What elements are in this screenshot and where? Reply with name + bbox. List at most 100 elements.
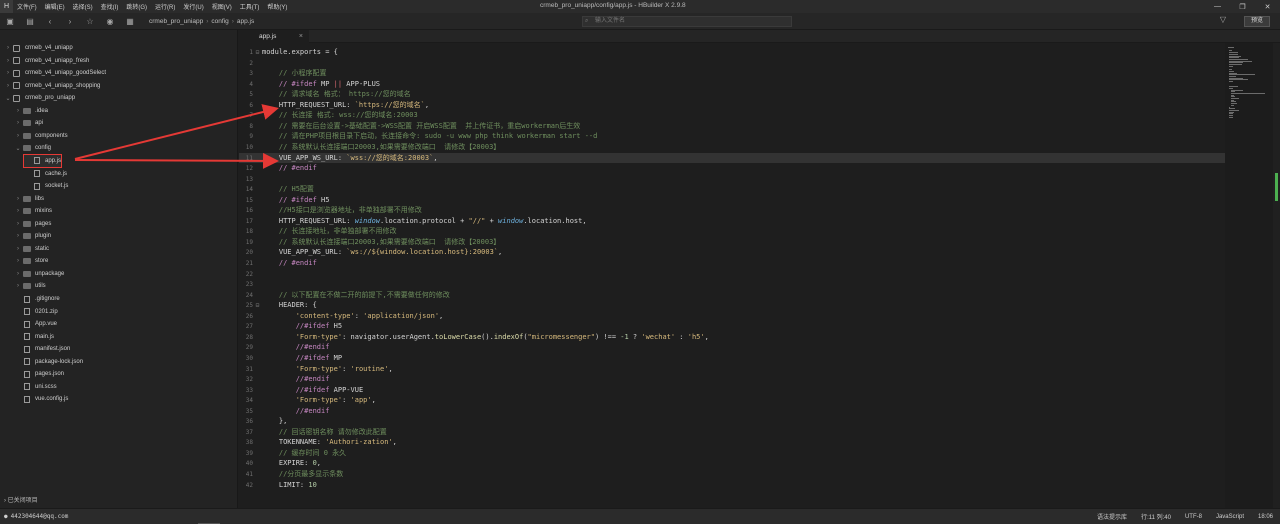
tree-item-label: .idea bbox=[35, 107, 49, 114]
tree-item-label: api bbox=[35, 120, 44, 127]
code-text: //#endif bbox=[295, 406, 330, 415]
preview-button[interactable]: 预览 bbox=[1244, 16, 1270, 27]
tree-item[interactable]: uni.scss bbox=[14, 381, 57, 393]
tree-item[interactable]: › store bbox=[14, 255, 48, 267]
tree-item[interactable]: vue.config.js bbox=[14, 393, 68, 405]
tree-item[interactable]: ⌄ config bbox=[14, 142, 51, 154]
tree-item[interactable]: › components bbox=[14, 130, 68, 142]
menu-item[interactable]: 工具(T) bbox=[236, 2, 264, 11]
tree-item[interactable]: › unpackage bbox=[14, 268, 64, 280]
forward-icon[interactable]: › bbox=[60, 13, 80, 30]
new-file-icon[interactable]: ▣ bbox=[0, 13, 20, 30]
tree-item[interactable]: › plugin bbox=[14, 230, 51, 242]
folder-icon bbox=[22, 119, 31, 127]
code-text: // 以下配置在不做二开的前提下,不需要做任何的修改 bbox=[278, 290, 450, 299]
code-text: // 回话密钥名称 请勿修改此配置 bbox=[278, 427, 387, 436]
run-icon[interactable]: ◉ bbox=[100, 13, 120, 30]
breadcrumb-file[interactable]: app.js bbox=[234, 18, 257, 25]
menu-item[interactable]: 选择(S) bbox=[69, 2, 97, 11]
tree-item[interactable]: package-lock.json bbox=[14, 356, 83, 368]
menu-item[interactable]: 发行(U) bbox=[179, 2, 207, 11]
file-icon bbox=[22, 345, 31, 353]
code-line: 21 // #endif bbox=[239, 258, 1225, 269]
code-line: 13 bbox=[239, 174, 1225, 185]
code-text: LIMIT: 10 bbox=[262, 480, 317, 489]
tree-item[interactable]: App.vue bbox=[14, 318, 57, 330]
language-mode[interactable]: JavaScript bbox=[1209, 514, 1251, 520]
tree-item[interactable]: › utils bbox=[14, 280, 46, 292]
menu-item[interactable]: 帮助(Y) bbox=[263, 2, 291, 11]
menu-item[interactable]: 文件(F) bbox=[13, 2, 41, 11]
minimap[interactable] bbox=[1225, 43, 1273, 508]
save-icon[interactable]: ▤ bbox=[20, 13, 40, 30]
tree-item[interactable]: socket.js bbox=[24, 180, 68, 192]
code-text: // #endif bbox=[278, 164, 317, 173]
project-item[interactable]: › crmeb_v4_uniapp_fresh bbox=[4, 55, 89, 67]
code-line: 19 // 系统默认长连接端口20003,如果需要修改端口 请修改【20003】 bbox=[239, 237, 1225, 248]
minimap-line bbox=[1230, 104, 1234, 106]
breadcrumb-project[interactable]: crmeb_pro_uniapp bbox=[146, 18, 206, 25]
back-icon[interactable]: ‹ bbox=[40, 13, 60, 30]
window-title: crmeb_pro_uniapp/config/app.js - HBuilde… bbox=[540, 2, 686, 9]
restore-icon[interactable]: ❐ bbox=[1230, 0, 1255, 13]
scrollbar-thumb[interactable] bbox=[1275, 173, 1278, 201]
tree-item[interactable]: › pages bbox=[14, 218, 51, 230]
status-bar: ● 442304644@qq.com 语法提示库 行:11 列:40 UTF-8… bbox=[0, 508, 1280, 524]
code-line: 5 // 请求域名 格式： https://您的域名 bbox=[239, 89, 1225, 100]
tree-item[interactable]: 0201.zip bbox=[14, 306, 58, 318]
code-line: 41 //分页最多显示条数 bbox=[239, 469, 1225, 480]
tree-item[interactable]: cache.js bbox=[24, 168, 67, 180]
file-search-input[interactable]: ⌕ 输入文件名 bbox=[582, 16, 792, 27]
tree-item[interactable]: .gitignore bbox=[14, 293, 60, 305]
minimize-icon[interactable]: — bbox=[1205, 0, 1230, 13]
tree-item[interactable]: manifest.json bbox=[14, 343, 70, 355]
chevron-right-icon: › bbox=[17, 120, 19, 127]
code-text: //#ifdef MP bbox=[295, 353, 343, 362]
tab-app-js[interactable]: app.js × bbox=[239, 30, 309, 43]
close-icon[interactable]: ✕ bbox=[1255, 0, 1280, 13]
menu-item[interactable]: 查找(I) bbox=[97, 2, 123, 11]
encoding[interactable]: UTF-8 bbox=[1178, 514, 1209, 520]
tree-item[interactable]: main.js bbox=[14, 331, 54, 343]
cursor-position[interactable]: 行:11 列:40 bbox=[1134, 512, 1178, 521]
project-item[interactable]: › crmeb_v4_uniapp_shopping bbox=[4, 80, 100, 92]
chevron-right-icon: › bbox=[17, 283, 19, 290]
tree-item-label: 0201.zip bbox=[35, 308, 58, 315]
tree-item[interactable]: › .idea bbox=[14, 105, 48, 117]
tree-item-label: main.js bbox=[35, 333, 55, 340]
menu-item[interactable]: 跳转(G) bbox=[122, 2, 151, 11]
star-icon[interactable]: ☆ bbox=[80, 13, 100, 30]
vertical-scrollbar[interactable] bbox=[1273, 43, 1280, 508]
tree-item[interactable]: › api bbox=[14, 117, 43, 129]
folder-icon bbox=[22, 282, 31, 290]
code-line: 40 EXPIRE: 0, bbox=[239, 458, 1225, 469]
code-editor[interactable]: 1 ⊟ module.exports = {2 3 // 小程序配置 4 // #ifd… bbox=[239, 43, 1225, 508]
breadcrumb-folder[interactable]: config bbox=[208, 18, 231, 25]
account[interactable]: ● 442304644@qq.com bbox=[4, 513, 68, 520]
tab-close-icon[interactable]: × bbox=[299, 33, 303, 40]
project-item[interactable]: › crmeb_v4_uniapp_goodSelect bbox=[4, 67, 106, 79]
tree-item[interactable]: › mixins bbox=[14, 205, 52, 217]
file-icon bbox=[22, 295, 31, 303]
code-text: // 需要在后台设置->基础配置->WSS配置 开启WSS配置 并上传证书，重启… bbox=[278, 121, 581, 130]
menu-item[interactable]: 编辑(E) bbox=[41, 2, 69, 11]
filter-icon[interactable]: ▽ bbox=[1220, 15, 1226, 24]
tree-item[interactable]: pages.json bbox=[14, 368, 64, 380]
code-text: 'content-type': 'application/json', bbox=[295, 311, 444, 320]
tree-item[interactable]: › static bbox=[14, 243, 49, 255]
tree-item[interactable]: › libs bbox=[14, 193, 44, 205]
project-item[interactable]: › crmeb_v4_uniapp bbox=[4, 42, 73, 54]
folder-icon bbox=[22, 257, 31, 265]
code-line: 29 //#endif bbox=[239, 342, 1225, 353]
project-icon bbox=[12, 44, 21, 52]
file-icon bbox=[32, 157, 41, 165]
code-line: 3 // 小程序配置 bbox=[239, 68, 1225, 79]
menu-item[interactable]: 运行(R) bbox=[151, 2, 179, 11]
code-line: 35 //#endif bbox=[239, 406, 1225, 417]
chevron-right-icon: › bbox=[17, 107, 19, 114]
selected-file-app-js[interactable]: app.js bbox=[22, 153, 63, 168]
project-item[interactable]: ⌄ crmeb_pro_uniapp bbox=[4, 92, 75, 104]
menu-item[interactable]: 视图(V) bbox=[208, 2, 236, 11]
closed-projects[interactable]: › 已关闭项目 bbox=[4, 495, 38, 504]
syntax-hint[interactable]: 语法提示库 bbox=[1090, 512, 1134, 521]
